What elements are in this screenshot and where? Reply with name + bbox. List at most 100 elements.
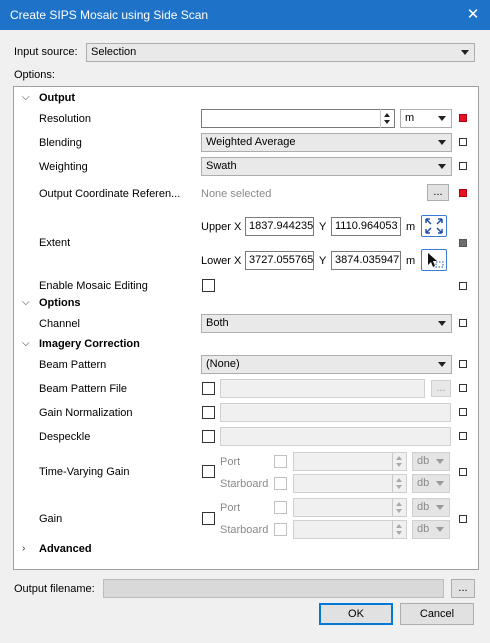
resolution-label: Resolution	[39, 113, 91, 125]
status-indicator	[459, 515, 467, 523]
gain-port-spinner[interactable]	[392, 498, 406, 517]
chevron-down-icon	[438, 116, 446, 121]
blending-label: Blending	[39, 137, 82, 149]
chevron-down-icon	[438, 164, 446, 169]
section-advanced[interactable]: Advanced	[39, 543, 92, 555]
chevron-right-icon[interactable]: ›	[22, 543, 32, 554]
ok-button[interactable]: OK	[319, 603, 393, 625]
expand-icon	[425, 218, 443, 234]
tvg-starboard-checkbox[interactable]	[274, 477, 287, 490]
gain-normalization-checkbox[interactable]	[202, 406, 215, 419]
channel-label: Channel	[39, 318, 80, 330]
status-indicator	[459, 282, 467, 290]
chevron-down-icon	[438, 321, 446, 326]
coord-ref-browse-button[interactable]: ...	[427, 184, 449, 201]
status-indicator	[459, 468, 467, 476]
chevron-down-icon	[436, 527, 444, 532]
window-title: Create SIPS Mosaic using Side Scan	[10, 8, 209, 22]
upper-y-input[interactable]: 1110.964053	[331, 217, 401, 236]
output-filename-browse-button[interactable]: ...	[451, 579, 475, 598]
upper-unit: m	[406, 221, 416, 233]
gain-port-unit-select[interactable]: db	[412, 498, 450, 517]
status-indicator	[459, 138, 467, 146]
gain-label: Gain	[39, 513, 63, 525]
lower-x-input[interactable]: 3727.055765	[245, 251, 314, 270]
beam-pattern-file-checkbox[interactable]	[202, 382, 215, 395]
tvg-port-label: Port	[220, 456, 241, 468]
gain-starboard-label: Starboard	[220, 524, 269, 536]
channel-select[interactable]: Both	[201, 314, 452, 333]
gain-starboard-spinner[interactable]	[392, 520, 406, 539]
despeckle-input[interactable]	[220, 427, 451, 446]
upper-x-input[interactable]: 1837.944235	[245, 217, 314, 236]
resolution-spinner[interactable]	[380, 109, 394, 128]
status-indicator	[459, 432, 467, 440]
output-filename-input[interactable]	[103, 579, 444, 598]
beam-pattern-file-browse-button[interactable]: ...	[431, 380, 451, 397]
tvg-port-unit: db	[417, 455, 430, 467]
section-output[interactable]: Output	[39, 92, 75, 104]
blending-value: Weighted Average	[206, 136, 296, 148]
tvg-starboard-input[interactable]	[293, 474, 407, 493]
resolution-unit-select[interactable]: m	[400, 109, 452, 128]
gain-port-label: Port	[220, 502, 241, 514]
gain-normalization-input[interactable]	[220, 403, 451, 422]
weighting-select[interactable]: Swath	[201, 157, 452, 176]
gain-starboard-unit-select[interactable]: db	[412, 520, 450, 539]
gain-port-input[interactable]	[293, 498, 407, 517]
section-options[interactable]: Options	[39, 297, 81, 309]
enable-mosaic-editing-label: Enable Mosaic Editing	[39, 280, 148, 292]
gain-checkbox[interactable]	[202, 512, 215, 525]
tvg-label: Time-Varying Gain	[39, 466, 130, 478]
tvg-checkbox[interactable]	[202, 465, 215, 478]
tvg-starboard-unit: db	[417, 477, 430, 489]
tvg-port-input[interactable]	[293, 452, 407, 471]
tvg-port-checkbox[interactable]	[274, 455, 287, 468]
close-icon[interactable]: ✕	[462, 4, 484, 26]
gain-starboard-checkbox[interactable]	[274, 523, 287, 536]
select-extent-button[interactable]	[421, 249, 447, 271]
resolution-input[interactable]	[201, 109, 395, 128]
zoom-to-extent-button[interactable]	[421, 215, 447, 237]
tvg-port-spinner[interactable]	[392, 452, 406, 471]
status-indicator	[459, 408, 467, 416]
gain-normalization-label: Gain Normalization	[39, 407, 133, 419]
extent-label: Extent	[39, 237, 71, 249]
channel-value: Both	[206, 317, 229, 329]
tvg-starboard-label: Starboard	[220, 478, 269, 490]
upper-y-label: Y	[319, 221, 327, 233]
enable-mosaic-editing-checkbox[interactable]	[202, 279, 215, 292]
tvg-starboard-unit-select[interactable]: db	[412, 474, 450, 493]
tvg-starboard-spinner[interactable]	[392, 474, 406, 493]
lower-y-value: 3874.035947	[335, 254, 400, 266]
tvg-port-unit-select[interactable]: db	[412, 452, 450, 471]
upper-x-label: Upper X	[201, 221, 242, 233]
options-panel[interactable]: ⌵ Output Resolution m Blending Weighted …	[13, 86, 479, 570]
blending-select[interactable]: Weighted Average	[201, 133, 452, 152]
status-indicator	[459, 239, 467, 247]
beam-pattern-value: (None)	[206, 358, 240, 370]
beam-pattern-file-input[interactable]	[220, 379, 425, 398]
chevron-down-icon[interactable]: ⌵	[22, 338, 32, 349]
gain-starboard-input[interactable]	[293, 520, 407, 539]
lower-x-value: 3727.055765	[249, 254, 314, 266]
beam-pattern-select[interactable]: (None)	[201, 355, 452, 374]
despeckle-checkbox[interactable]	[202, 430, 215, 443]
coord-ref-label: Output Coordinate Referen...	[39, 188, 181, 200]
lower-y-label: Y	[319, 255, 327, 267]
options-label: Options:	[14, 69, 55, 81]
cancel-button[interactable]: Cancel	[400, 603, 474, 625]
chevron-down-icon[interactable]: ⌵	[22, 92, 32, 103]
weighting-value: Swath	[206, 160, 237, 172]
upper-x-value: 1837.944235	[249, 220, 314, 232]
lower-unit: m	[406, 255, 416, 267]
despeckle-label: Despeckle	[39, 431, 91, 443]
chevron-down-icon[interactable]: ⌵	[22, 297, 32, 308]
gain-port-checkbox[interactable]	[274, 501, 287, 514]
input-source-select[interactable]: Selection	[86, 43, 475, 62]
section-imagery-correction[interactable]: Imagery Correction	[39, 338, 140, 350]
beam-pattern-label: Beam Pattern	[39, 359, 107, 371]
beam-pattern-file-label: Beam Pattern File	[39, 383, 128, 395]
input-source-value: Selection	[91, 46, 137, 58]
lower-y-input[interactable]: 3874.035947	[331, 251, 401, 270]
